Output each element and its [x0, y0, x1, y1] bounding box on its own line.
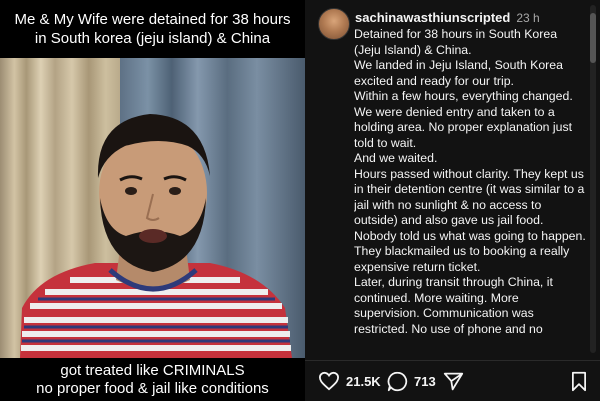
comment-button[interactable]: 713	[387, 371, 436, 392]
share-icon	[443, 372, 464, 391]
video-bottom-caption: got treated like CRIMINALS no proper foo…	[0, 358, 305, 400]
avatar[interactable]	[318, 8, 350, 40]
video-top-caption: Me & My Wife were detained for 38 hours …	[0, 0, 305, 58]
action-bar: 21.5K 713	[305, 360, 600, 401]
like-count: 21.5K	[346, 373, 381, 389]
video-frame	[0, 58, 305, 358]
caption-scrollbar[interactable]	[590, 5, 596, 353]
save-button[interactable]	[570, 371, 588, 392]
post-panel: sachinawasthiunscripted 23 h Detained for…	[305, 0, 600, 400]
share-button[interactable]	[443, 371, 464, 392]
username-link[interactable]: sachinawasthiunscripted	[355, 10, 510, 25]
comment-icon	[387, 371, 408, 392]
bookmark-icon	[572, 371, 586, 392]
post-caption: Detained for 38 hours in South Korea (Je…	[354, 27, 586, 336]
heart-icon	[318, 371, 340, 391]
presenter-figure	[20, 114, 292, 358]
post-time: 23 h	[516, 11, 540, 25]
like-button[interactable]: 21.5K	[318, 371, 381, 391]
scrollbar-thumb[interactable]	[590, 13, 596, 63]
reel-video[interactable]: Me & My Wife were detained for 38 hours …	[0, 0, 305, 400]
post-header: sachinawasthiunscripted 23 h	[355, 10, 540, 25]
comment-count: 713	[414, 374, 436, 389]
